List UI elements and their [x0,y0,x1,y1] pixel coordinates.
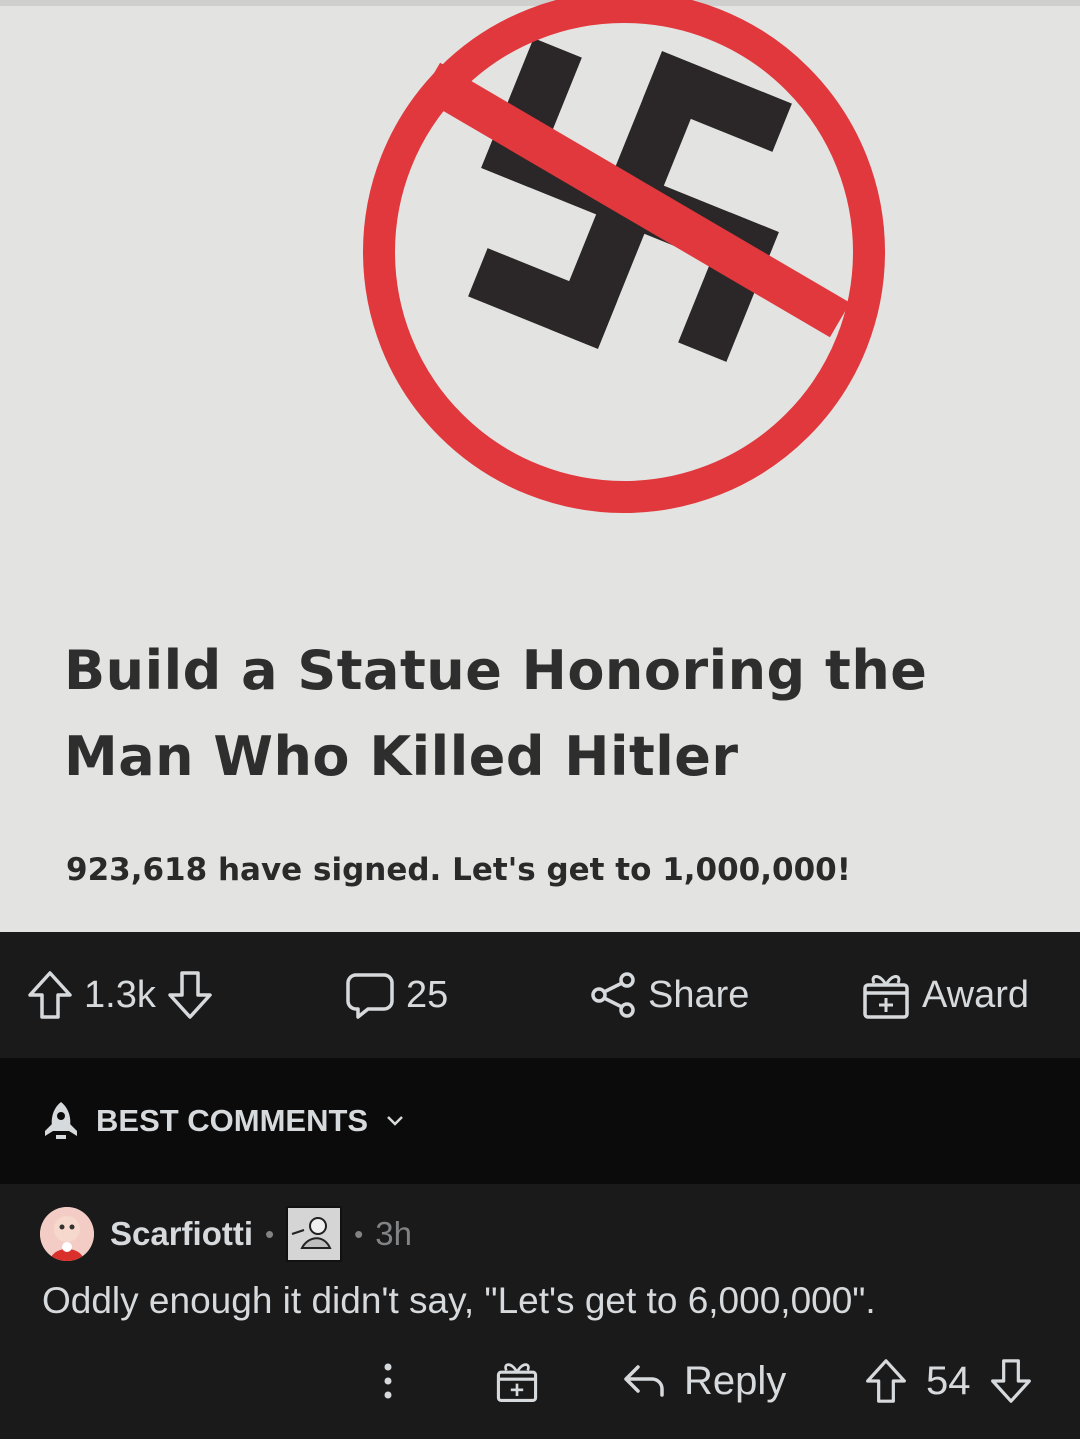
user-avatar[interactable] [40,1207,94,1261]
petition-signature-count: 923,618 have signed. Let's get to 1,000,… [66,852,851,888]
comment: Scarfiotti • • 3h Oddly enough it didn't… [0,1184,1080,1439]
comment-sort-bar: BEST COMMENTS [0,1058,1080,1184]
reply-arrow-icon [624,1365,664,1397]
comment-body: Oddly enough it didn't say, "Let's get t… [42,1280,876,1321]
comment-vote-group: 54 [864,1336,1033,1426]
prohibited-swastika-sign-icon [363,0,885,513]
separator-dot: • [265,1218,275,1249]
comment-bubble-icon [346,973,394,1019]
more-vertical-icon [384,1363,392,1399]
avatar-image-icon [40,1207,94,1261]
sort-dropdown[interactable]: BEST COMMENTS [40,1058,404,1184]
comment-score: 54 [926,1358,971,1403]
post-action-bar: 1.3k 25 Share Award [0,932,1080,1058]
comment-header: Scarfiotti • • 3h [40,1206,412,1262]
award-label: Award [922,973,1030,1016]
downvote-arrow-icon[interactable] [166,969,214,1021]
downvote-arrow-icon[interactable] [989,1357,1033,1405]
vote-group: 1.3k [26,932,214,1058]
post-image[interactable]: Build a Statue Honoring the Man Who Kill… [0,0,1080,932]
more-options-button[interactable] [376,1336,400,1426]
share-label: Share [648,973,750,1016]
petition-title: Build a Statue Honoring the Man Who Kill… [64,639,928,788]
award-button[interactable]: Award [860,932,1039,1058]
sort-label: BEST COMMENTS [96,1103,369,1138]
reply-button[interactable]: Reply [622,1336,786,1426]
comment-count: 25 [406,973,449,1016]
gift-award-icon [496,1363,538,1403]
rocket-icon [45,1102,77,1139]
comments-button[interactable]: 25 [344,932,458,1058]
comment-age: 3h [375,1215,412,1252]
upvote-arrow-icon[interactable] [26,969,74,1021]
comment-award-button[interactable] [494,1336,540,1426]
comment-username[interactable]: Scarfiotti [110,1215,253,1253]
separator-dot: • [354,1218,364,1249]
reply-label: Reply [684,1358,787,1403]
gift-award-icon [863,975,909,1019]
upvote-arrow-icon[interactable] [864,1357,908,1405]
post-vote-count: 1.3k [84,973,156,1016]
chevron-down-icon [387,1116,404,1126]
user-flair-image-icon [286,1206,343,1262]
share-icon [591,972,635,1018]
comment-action-bar: Reply 54 [0,1336,1080,1426]
share-button[interactable]: Share [588,932,759,1058]
